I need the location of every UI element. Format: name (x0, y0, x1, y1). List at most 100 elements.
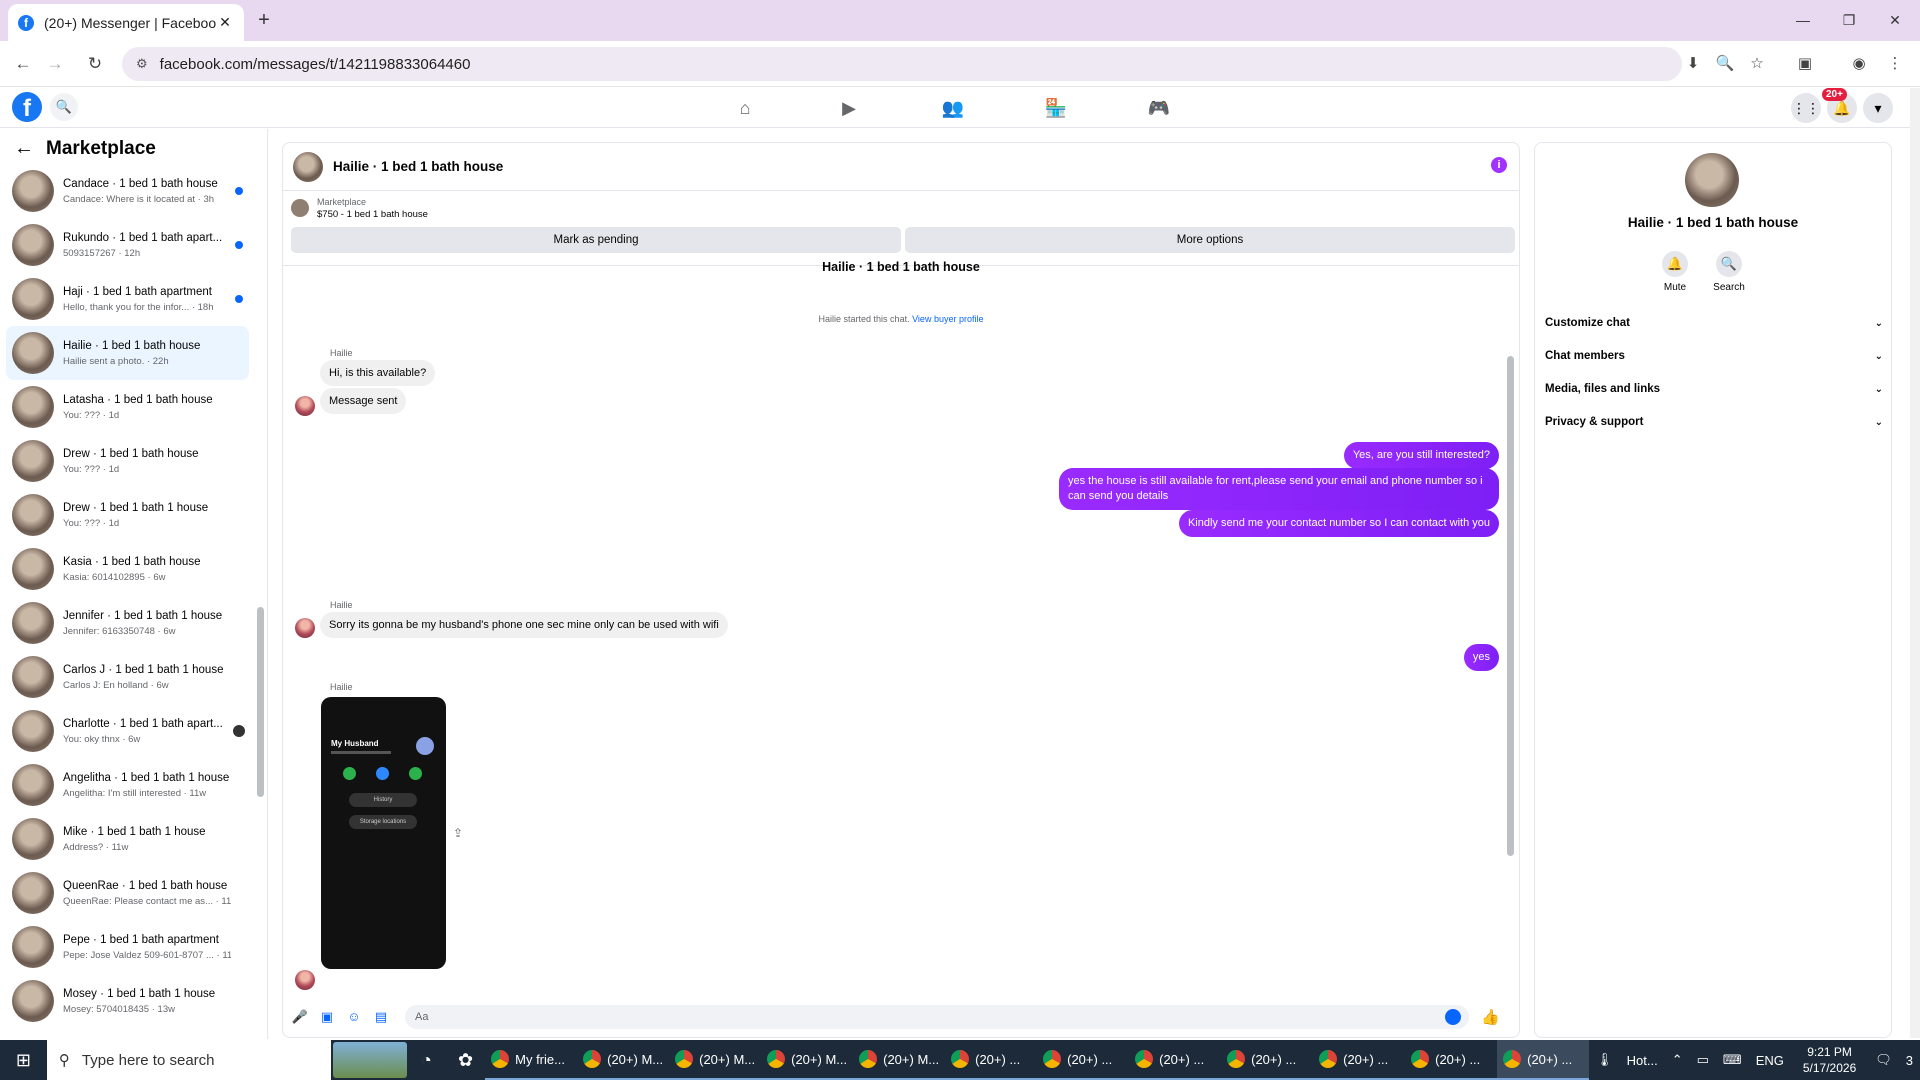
chat-members-row[interactable]: Chat members ⌄ (1545, 341, 1883, 371)
privacy-support-row[interactable]: Privacy & support ⌄ (1545, 407, 1883, 437)
avatar[interactable] (295, 970, 315, 990)
avatar[interactable] (295, 396, 315, 416)
network-icon[interactable]: ▭ (1697, 1052, 1709, 1068)
chat-scrollbar[interactable] (1507, 356, 1514, 856)
outgoing-message[interactable]: yes (1463, 644, 1499, 671)
list-item[interactable]: Charlotte · 1 bed 1 bath apart... You: ok… (6, 704, 249, 758)
like-icon[interactable]: 👍 (1481, 1008, 1500, 1026)
avatar[interactable] (293, 151, 323, 182)
page-scrollbar[interactable] (1910, 88, 1920, 1038)
list-item[interactable]: Drew · 1 bed 1 bath house You: ??? · 1d (6, 434, 249, 488)
windows-start-icon[interactable]: ⊞ (0, 1040, 47, 1080)
sidebar-scrollbar[interactable] (257, 607, 264, 797)
clock[interactable]: 9:21 PM 5/17/2026 (1803, 1044, 1856, 1076)
list-item[interactable]: Drew · 1 bed 1 bath 1 house You: ??? · 1d (6, 488, 249, 542)
avatar[interactable] (295, 618, 315, 638)
video-icon[interactable]: ▶ (837, 96, 861, 120)
search-icon[interactable]: 🔍 (50, 93, 78, 121)
language-indicator[interactable]: ENG (1756, 1053, 1784, 1068)
tab-close-icon[interactable]: ✕ (216, 14, 234, 31)
back-arrow-icon[interactable]: ← (10, 51, 36, 77)
site-info-icon[interactable]: ⚙ (136, 56, 148, 72)
taskbar-app-button[interactable]: (20+) M... (669, 1040, 762, 1080)
restore-button[interactable]: ❐ (1826, 0, 1872, 41)
microphone-icon[interactable]: 🎤 (291, 1008, 309, 1026)
account-menu-icon[interactable]: ▾ (1863, 93, 1893, 123)
list-item[interactable]: Kasia · 1 bed 1 bath house Kasia: 6014102… (6, 542, 249, 596)
emoji-icon[interactable] (1445, 1009, 1461, 1025)
tab-search-icon[interactable]: ▣ (1794, 53, 1816, 75)
list-item[interactable]: Pepe · 1 bed 1 bath apartment Pepe: Jose … (6, 920, 249, 974)
notification-center-icon[interactable]: 🗨 (1875, 1052, 1892, 1068)
mark-as-pending-button[interactable]: Mark as pending (291, 227, 901, 253)
list-item[interactable]: Angelitha · 1 bed 1 bath 1 house Angelith… (6, 758, 249, 812)
taskbar-app-button[interactable]: (20+) ... (1405, 1040, 1498, 1080)
list-item[interactable]: Mosey · 1 bed 1 bath 1 house Mosey: 57040… (6, 974, 249, 1028)
gaming-icon[interactable]: 🎮 (1147, 96, 1171, 120)
marketplace-icon[interactable]: 🏪 (1044, 96, 1068, 120)
friends-icon[interactable]: 👥 (941, 96, 965, 120)
zoom-icon[interactable]: 🔍 (1714, 53, 1736, 75)
outgoing-message[interactable]: Kindly send me your contact number so I … (1178, 510, 1499, 537)
search-button[interactable]: 🔍 Search (1699, 251, 1759, 293)
photo-icon[interactable]: ▣ (318, 1008, 336, 1026)
browser-menu-icon[interactable]: ⋮ (1884, 53, 1906, 75)
reload-icon[interactable]: ↻ (82, 51, 108, 77)
taskbar-app-button[interactable]: (20+) ... (1037, 1040, 1130, 1080)
close-window-button[interactable]: ✕ (1872, 0, 1918, 41)
avatar[interactable] (1685, 153, 1739, 207)
browser-tab[interactable]: f (20+) Messenger | Facebook ✕ (8, 4, 244, 41)
taskbar-app-button[interactable]: My frie... (485, 1040, 578, 1080)
address-bar[interactable]: ⚙ facebook.com/messages/t/14211988330644… (122, 47, 1682, 81)
gif-icon[interactable]: ▤ (372, 1008, 390, 1026)
weather-text[interactable]: Hot... (1627, 1053, 1658, 1068)
sticker-icon[interactable]: ☺ (345, 1008, 363, 1026)
minimize-button[interactable]: — (1780, 0, 1826, 41)
taskbar-app-button[interactable]: (20+) ... (945, 1040, 1038, 1080)
chat-title[interactable]: Hailie · 1 bed 1 bath house (333, 159, 503, 174)
thermometer-icon[interactable]: 🌡 (1596, 1052, 1613, 1068)
outgoing-message[interactable]: yes the house is still available for ren… (1059, 468, 1499, 510)
edge-icon[interactable]: ◔ (407, 1040, 446, 1080)
media-files-links-row[interactable]: Media, files and links ⌄ (1545, 374, 1883, 404)
taskbar-app-button[interactable]: (20+) ... (1221, 1040, 1314, 1080)
keyboard-icon[interactable]: ⌨ (1723, 1052, 1742, 1068)
list-item[interactable]: Carlos J · 1 bed 1 bath 1 house Carlos J:… (6, 650, 249, 704)
taskbar-app-button[interactable]: (20+) M... (577, 1040, 670, 1080)
list-item[interactable]: QueenRae · 1 bed 1 bath house QueenRae: P… (6, 866, 249, 920)
taskbar-app-button[interactable]: (20+) ... (1497, 1040, 1590, 1080)
install-app-icon[interactable]: ⬇ (1682, 53, 1704, 75)
app-icon[interactable]: ✿ (446, 1040, 485, 1080)
facebook-logo-icon[interactable]: f (12, 92, 42, 122)
customize-chat-row[interactable]: Customize chat ⌄ (1545, 308, 1883, 338)
more-options-button[interactable]: More options (905, 227, 1515, 253)
taskbar-search[interactable]: ⚲ Type here to search (46, 1040, 331, 1080)
share-icon[interactable]: ⇪ (453, 826, 463, 840)
message-input[interactable]: Aa (405, 1005, 1469, 1029)
view-buyer-profile-link[interactable]: View buyer profile (912, 314, 983, 324)
outgoing-message[interactable]: Yes, are you still interested? (1343, 442, 1499, 469)
list-item[interactable]: Hailie · 1 bed 1 bath house Hailie sent a… (6, 326, 249, 380)
photo-attachment[interactable]: My Husband History Storage locations (321, 697, 446, 969)
incoming-message[interactable]: Sorry its gonna be my husband's phone on… (320, 612, 728, 638)
weather-widget[interactable] (332, 1042, 407, 1078)
apps-menu-icon[interactable]: ⋮⋮ (1791, 93, 1821, 123)
new-tab-button[interactable]: + (252, 8, 276, 32)
home-icon[interactable]: ⌂ (733, 96, 757, 120)
taskbar-app-button[interactable]: (20+) M... (761, 1040, 854, 1080)
profile-icon[interactable]: ◉ (1848, 53, 1870, 75)
bookmark-star-icon[interactable]: ☆ (1746, 53, 1768, 75)
list-item[interactable]: Mike · 1 bed 1 bath 1 house Address? · 11… (6, 812, 249, 866)
forward-arrow-icon[interactable]: → (42, 51, 68, 77)
list-item[interactable]: Jennifer · 1 bed 1 bath 1 house Jennifer:… (6, 596, 249, 650)
chevron-up-icon[interactable]: ⌃ (1672, 1052, 1683, 1068)
incoming-message[interactable]: Message sent (320, 388, 407, 414)
taskbar-app-button[interactable]: (20+) ... (1313, 1040, 1406, 1080)
taskbar-app-button[interactable]: (20+) M... (853, 1040, 946, 1080)
list-item[interactable]: Candace · 1 bed 1 bath house Candace: Whe… (6, 164, 249, 218)
back-arrow-icon[interactable]: ← (14, 137, 34, 160)
mute-button[interactable]: 🔔 Mute (1645, 251, 1705, 293)
list-item[interactable]: Haji · 1 bed 1 bath apartment Hello, than… (6, 272, 249, 326)
list-item[interactable]: Rukundo · 1 bed 1 bath apart... 509315726… (6, 218, 249, 272)
taskbar-app-button[interactable]: (20+) ... (1129, 1040, 1222, 1080)
